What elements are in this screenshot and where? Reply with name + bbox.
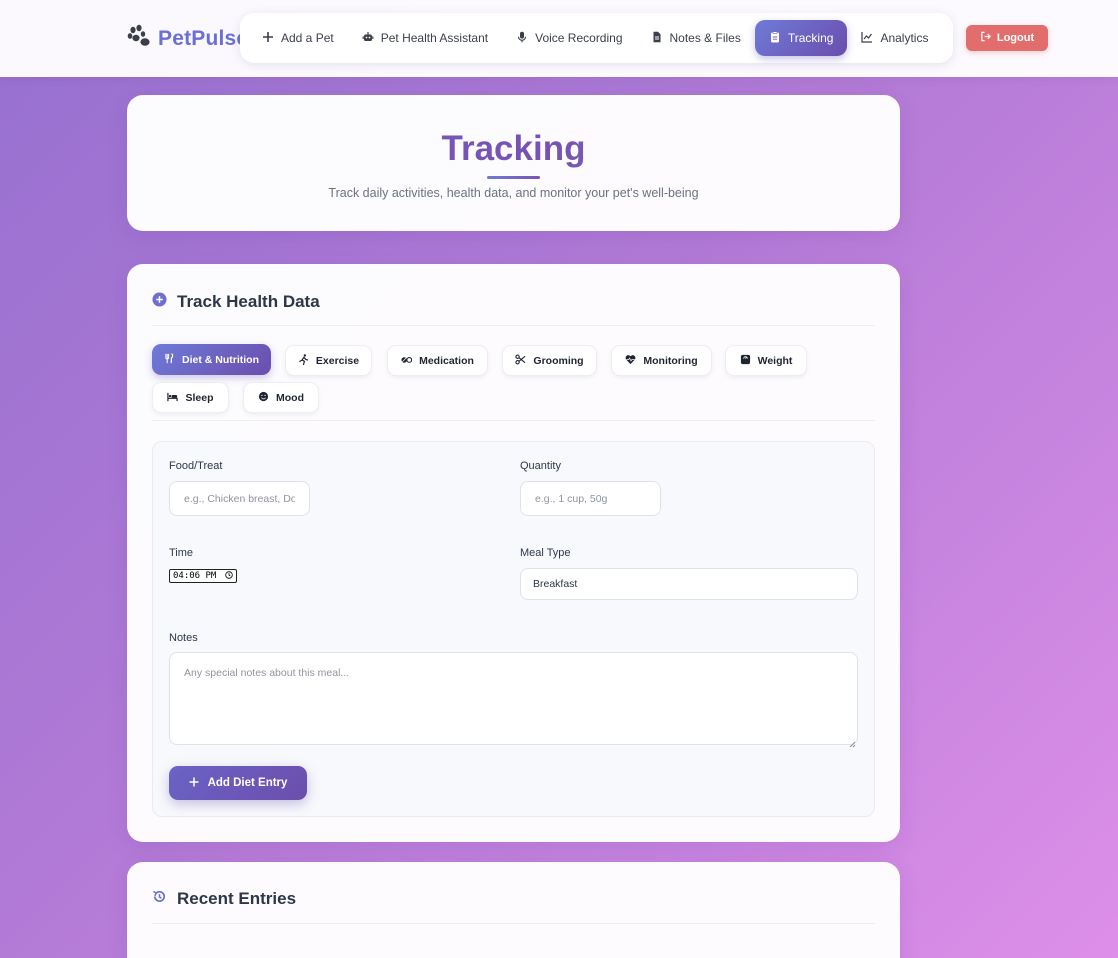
add-diet-entry-label: Add Diet Entry <box>207 777 288 789</box>
file-icon <box>651 31 663 46</box>
resize-grip-icon[interactable] <box>848 735 856 748</box>
notes-label: Notes <box>169 632 198 644</box>
tab-label: Weight <box>757 354 793 367</box>
tab-label: Diet & Nutrition <box>182 353 259 366</box>
clipboard-icon <box>769 30 781 46</box>
microphone-icon <box>516 31 528 46</box>
time-value: 04:06 PM <box>173 571 217 581</box>
recent-header: Recent Entries <box>152 889 296 909</box>
tab-exercise[interactable]: Exercise <box>285 345 372 376</box>
tab-label: Grooming <box>533 354 584 367</box>
food-treat-input[interactable] <box>169 481 310 516</box>
bed-icon <box>167 391 179 405</box>
nav-add-pet[interactable]: Add a Pet <box>248 20 348 56</box>
tab-sleep[interactable]: Sleep <box>152 382 229 413</box>
utensils-icon <box>164 352 175 367</box>
section-title: Track Health Data <box>177 292 320 311</box>
meal-type-label: Meal Type <box>520 547 571 559</box>
recent-title: Recent Entries <box>177 889 297 908</box>
tabs-divider <box>152 420 875 421</box>
tab-monitoring[interactable]: Monitoring <box>611 345 712 376</box>
nav-label: Add a Pet <box>281 31 334 45</box>
nav-label: Analytics <box>880 31 929 45</box>
add-diet-entry-button[interactable]: Add Diet Entry <box>169 766 307 800</box>
history-icon <box>152 889 167 909</box>
tab-label: Mood <box>276 391 304 404</box>
meal-type-select[interactable]: Breakfast <box>520 568 858 600</box>
nav-label: Tracking <box>787 31 834 45</box>
section-divider <box>152 325 875 326</box>
quantity-label: Quantity <box>520 460 561 472</box>
logout-button[interactable]: Logout <box>966 25 1048 51</box>
page-header-card: Tracking Track daily activities, health … <box>127 95 900 231</box>
top-header: PetPulse Add a Pet Pet Health Assistant … <box>0 0 1118 77</box>
main-nav: Add a Pet Pet Health Assistant Voice Rec… <box>240 13 953 63</box>
nav-pet-health-assistant[interactable]: Pet Health Assistant <box>348 20 502 56</box>
scale-icon <box>740 354 751 368</box>
tab-label: Sleep <box>185 391 214 404</box>
page-subtitle: Track daily activities, health data, and… <box>328 186 699 200</box>
plus-icon <box>262 31 274 46</box>
nav-voice-recording[interactable]: Voice Recording <box>502 20 636 56</box>
running-icon <box>298 353 309 368</box>
tab-medication[interactable]: Medication <box>387 345 488 376</box>
notes-textarea[interactable] <box>169 652 858 745</box>
track-health-card: Track Health Data Diet & Nutrition Exerc… <box>127 264 900 842</box>
line-chart-icon <box>861 31 873 46</box>
paw-icon <box>126 24 152 55</box>
brand-name: PetPulse <box>158 27 249 50</box>
pills-icon <box>401 354 413 368</box>
diet-entry-form: Food/Treat Quantity Time 04:06 PM Meal T… <box>152 441 875 817</box>
nav-label: Notes & Files <box>669 31 741 45</box>
heartbeat-icon <box>625 354 636 368</box>
nav-label: Pet Health Assistant <box>380 31 489 45</box>
tab-label: Exercise <box>315 354 360 367</box>
tab-weight[interactable]: Weight <box>725 345 807 376</box>
nav-notes-files[interactable]: Notes & Files <box>637 20 755 56</box>
clock-icon[interactable] <box>225 570 233 582</box>
smile-icon <box>258 391 269 405</box>
time-input[interactable]: 04:06 PM <box>169 569 237 583</box>
food-treat-label: Food/Treat <box>169 460 223 472</box>
nav-label: Voice Recording <box>535 31 623 45</box>
robot-icon <box>362 31 374 46</box>
tab-mood[interactable]: Mood <box>243 382 319 413</box>
title-underline <box>487 176 540 179</box>
logout-label: Logout <box>996 32 1035 44</box>
sign-out-icon <box>980 31 991 45</box>
recent-entries-card: Recent Entries <box>127 862 900 958</box>
time-label: Time <box>169 547 194 559</box>
scissors-icon <box>515 354 526 368</box>
nav-analytics[interactable]: Analytics <box>847 20 942 56</box>
section-header: Track Health Data <box>152 292 320 312</box>
nav-tracking[interactable]: Tracking <box>754 20 848 56</box>
tab-label: Medication <box>419 354 474 367</box>
plus-circle-icon <box>152 292 167 312</box>
tab-grooming[interactable]: Grooming <box>502 345 597 376</box>
quantity-input[interactable] <box>520 481 661 516</box>
brand-logo[interactable]: PetPulse <box>126 22 248 56</box>
plus-icon <box>189 777 199 790</box>
tab-label: Monitoring <box>643 354 698 367</box>
meal-type-value: Breakfast <box>533 578 578 590</box>
tab-diet-nutrition[interactable]: Diet & Nutrition <box>152 344 271 375</box>
page-title: Tracking <box>127 129 900 169</box>
recent-divider <box>152 923 875 924</box>
